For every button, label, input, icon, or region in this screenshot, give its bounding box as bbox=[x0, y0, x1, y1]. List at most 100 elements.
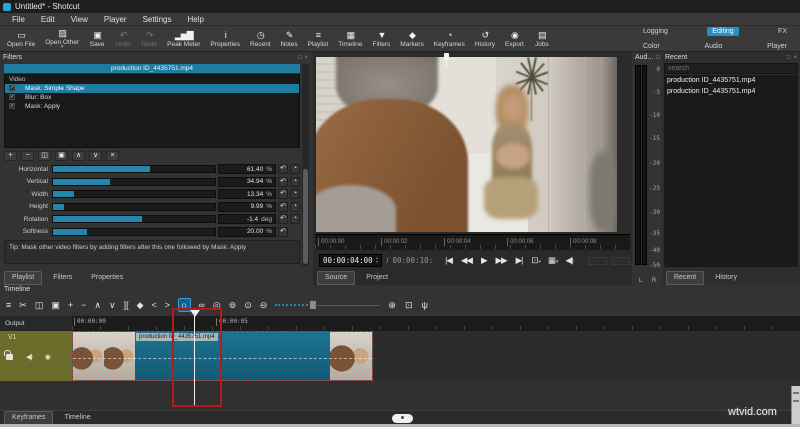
recent-file-item[interactable]: production ID_4435751.mp4 bbox=[664, 75, 798, 86]
reset-parameter-button[interactable]: ↶ bbox=[278, 176, 288, 187]
toolbar-button[interactable]: ◆ Markers ▾ bbox=[395, 26, 428, 52]
ripple-markers-icon[interactable]: ⊙ bbox=[244, 299, 252, 311]
keyframe-parameter-button[interactable]: ◔ bbox=[290, 164, 300, 175]
zoom-fit-icon[interactable]: ⊡ bbox=[405, 299, 413, 311]
bottom-panel-tab[interactable]: Timeline bbox=[56, 411, 98, 425]
deselect-filter-icon[interactable]: × bbox=[106, 150, 119, 161]
reset-parameter-button[interactable]: ↶ bbox=[278, 201, 288, 212]
filter-list-item[interactable]: ✓ Mask: Simple Shape bbox=[5, 84, 299, 93]
menu-item[interactable]: View bbox=[63, 13, 96, 26]
parameter-slider[interactable] bbox=[52, 202, 216, 211]
filters-scrollbar[interactable] bbox=[302, 64, 309, 266]
timeline-zoom-out-icon[interactable]: ⊖ bbox=[260, 299, 268, 311]
filter-checkbox[interactable]: ✓ bbox=[9, 103, 15, 109]
panel-tab[interactable]: History bbox=[707, 271, 745, 285]
paste-icon[interactable]: ▣ bbox=[51, 299, 60, 311]
layout-tab[interactable]: Logging bbox=[638, 27, 673, 36]
toolbar-button[interactable]: ▂▅▇ Peak Meter ▾ bbox=[162, 26, 205, 52]
parameter-slider[interactable] bbox=[52, 215, 216, 224]
toolbar-button[interactable]: ▨ Open Other ▾ bbox=[40, 26, 84, 52]
keyframe-parameter-button[interactable]: ◔ bbox=[290, 201, 300, 212]
toolbar-button[interactable]: i Properties ▾ bbox=[205, 26, 245, 52]
toolbar-button[interactable]: ↺ History ▾ bbox=[470, 26, 500, 52]
player-playhead[interactable] bbox=[443, 53, 449, 68]
out-point-field[interactable] bbox=[610, 256, 630, 265]
keyframe-parameter-button[interactable]: ◔ bbox=[290, 214, 300, 225]
in-point-field[interactable] bbox=[587, 256, 607, 265]
menu-item[interactable]: Player bbox=[96, 13, 135, 26]
position-timecode-field[interactable]: 00:00:04:00 ▴ ▾ bbox=[319, 254, 383, 267]
toolbar-button[interactable]: ▼ Filters ▾ bbox=[368, 26, 396, 52]
panel-tab[interactable]: Playlist bbox=[4, 271, 43, 285]
toolbar-button[interactable]: ◉ Export ▾ bbox=[500, 26, 529, 52]
timeline-zoom-slider[interactable] bbox=[275, 301, 381, 309]
move-filter-down-icon[interactable]: ∨ bbox=[89, 150, 102, 161]
copy-filter-icon[interactable]: ◫ bbox=[38, 150, 51, 161]
panel-tab[interactable]: Recent bbox=[666, 271, 705, 285]
menu-item[interactable]: File bbox=[4, 13, 33, 26]
panel-tab[interactable]: Properties bbox=[83, 271, 131, 285]
parameter-slider[interactable] bbox=[52, 177, 216, 186]
spinner-arrows-icon[interactable]: ▴ ▾ bbox=[376, 256, 379, 265]
panel-tab[interactable]: Filters bbox=[45, 271, 80, 285]
next-marker-icon[interactable]: > bbox=[165, 299, 170, 311]
player-tab[interactable]: Project bbox=[358, 271, 396, 285]
menu-item[interactable]: Edit bbox=[33, 13, 63, 26]
copy-icon[interactable]: ◫ bbox=[35, 299, 44, 311]
video-track-header[interactable]: V1 ◀) ◉ bbox=[0, 331, 72, 381]
toolbar-button[interactable]: ≡ Playlist ▾ bbox=[303, 26, 334, 52]
filter-list-item[interactable]: ✓ Mask: Apply bbox=[5, 102, 299, 111]
reset-parameter-button[interactable]: ↶ bbox=[278, 189, 288, 200]
layout-tab[interactable]: FX bbox=[773, 27, 792, 36]
scrollbar-thumb[interactable] bbox=[303, 169, 308, 264]
prev-marker-icon[interactable]: < bbox=[152, 299, 157, 311]
layout-tab[interactable]: Color bbox=[638, 42, 665, 51]
grid-toggle-icon[interactable]: ▦▾ bbox=[548, 255, 558, 266]
timeline-menu-icon[interactable]: ≡ bbox=[6, 299, 11, 311]
mute-track-icon[interactable]: ◀) bbox=[26, 353, 33, 361]
close-panel-icon[interactable]: × bbox=[793, 55, 797, 61]
parameter-value-field[interactable]: 61.40% bbox=[218, 164, 276, 175]
float-panel-icon[interactable]: □ bbox=[298, 55, 302, 61]
parameter-value-field[interactable]: 9.99% bbox=[218, 201, 276, 212]
scroll-handle[interactable] bbox=[392, 414, 413, 423]
close-panel-icon[interactable]: × bbox=[304, 55, 308, 61]
reset-parameter-button[interactable]: ↶ bbox=[278, 214, 288, 225]
toolbar-button[interactable]: ◔ Keyframes ▾ bbox=[429, 26, 470, 52]
move-filter-up-icon[interactable]: ∧ bbox=[72, 150, 85, 161]
skip-start-icon[interactable]: |◀ bbox=[445, 255, 453, 266]
lift-icon[interactable]: ∧ bbox=[94, 299, 101, 311]
record-audio-icon[interactable]: ψ bbox=[422, 299, 428, 311]
toolbar-button[interactable]: ◷ Recent ▾ bbox=[245, 26, 276, 52]
remove-filter-icon[interactable]: − bbox=[21, 150, 34, 161]
volume-icon[interactable]: ◀) bbox=[566, 255, 574, 266]
skip-end-icon[interactable]: ▶| bbox=[516, 255, 524, 266]
timeline-clip[interactable]: production ID_4435751.mp4 bbox=[72, 331, 373, 381]
filter-checkbox[interactable]: ✓ bbox=[9, 85, 15, 91]
parameter-slider[interactable] bbox=[52, 227, 216, 236]
toolbar-button[interactable]: ✎ Notes ▾ bbox=[276, 26, 303, 52]
player-tab[interactable]: Source bbox=[317, 271, 356, 285]
reset-parameter-button[interactable]: ↶ bbox=[278, 226, 288, 237]
layout-tab[interactable]: Player bbox=[762, 42, 792, 51]
ripple-delete-icon[interactable]: − bbox=[81, 299, 86, 311]
filter-checkbox[interactable]: ✓ bbox=[9, 94, 15, 100]
video-preview[interactable] bbox=[316, 57, 617, 232]
lock-track-icon[interactable] bbox=[4, 350, 13, 360]
parameter-value-field[interactable]: -1.4 deg bbox=[218, 214, 276, 225]
toolbar-button[interactable]: ▭ Open File ▾ bbox=[2, 26, 40, 52]
parameter-slider[interactable] bbox=[52, 165, 216, 174]
menu-item[interactable]: Settings bbox=[135, 13, 180, 26]
float-panel-icon[interactable]: □ bbox=[787, 55, 791, 61]
split-icon[interactable]: ][ bbox=[124, 299, 129, 311]
timeline-ruler[interactable]: Output 00:00:00 00:00:05 bbox=[0, 316, 800, 331]
zoom-slider-thumb[interactable] bbox=[310, 301, 317, 309]
keyframe-parameter-button[interactable]: ◔ bbox=[290, 176, 300, 187]
parameter-slider[interactable] bbox=[52, 190, 216, 199]
layout-tab[interactable]: Editing bbox=[707, 27, 739, 36]
fast-forward-icon[interactable]: ▶▶ bbox=[496, 255, 508, 266]
float-panel-icon[interactable]: □ bbox=[656, 55, 660, 61]
hide-track-icon[interactable]: ◉ bbox=[45, 353, 51, 361]
cut-icon[interactable]: ✂ bbox=[19, 299, 27, 311]
reset-parameter-button[interactable]: ↶ bbox=[278, 164, 288, 175]
